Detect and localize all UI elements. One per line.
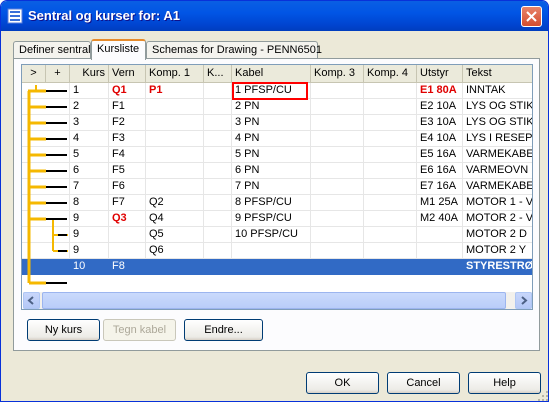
komp1-cell: Q5 [146, 227, 204, 243]
utstyr-cell: E7 16A [417, 179, 463, 195]
tab-panel: > + Kurs Vern Komp. 1 K... Kabel Komp. 3… [13, 58, 540, 351]
utstyr-cell: M2 40A [417, 211, 463, 227]
table-row[interactable]: 9 Q5 10 PFSP/CU MOTOR 2 D [22, 227, 532, 243]
kabel-cell: 6 PN [232, 163, 311, 179]
utstyr-cell: M1 25A [417, 195, 463, 211]
window-title: Sentral og kurser for: A1 [28, 8, 180, 23]
vern-cell: F5 [109, 163, 146, 179]
kabel-cell: 5 PN [232, 147, 311, 163]
kabel-cell: 3 PN [232, 115, 311, 131]
tekst-cell: VARMEOVN K [463, 163, 532, 179]
app-icon [7, 8, 23, 24]
vern-cell: F2 [109, 115, 146, 131]
table-row[interactable]: 4 F3 4 PN E4 10A LYS I RESEPS [22, 131, 532, 147]
col-header-komp2[interactable]: K... [204, 65, 232, 83]
vern-cell: F3 [109, 131, 146, 147]
tekst-cell: MOTOR 2 D [463, 227, 532, 243]
ny-kurs-button[interactable]: Ny kurs [27, 319, 100, 341]
close-button[interactable] [521, 6, 542, 27]
komp1-cell: Q4 [146, 211, 204, 227]
utstyr-cell: E6 16A [417, 163, 463, 179]
col-header-add[interactable]: + [46, 65, 70, 83]
utstyr-cell: E5 16A [417, 147, 463, 163]
tekst-cell: MOTOR 1 - VA [463, 195, 532, 211]
tab-label: Kursliste [97, 43, 140, 55]
kabel-cell: 8 PFSP/CU [232, 195, 311, 211]
tekst-cell: MOTOR 2 - VII [463, 211, 532, 227]
dialog-window: Sentral og kurser for: A1 Definer sentra… [0, 0, 549, 402]
arrow-right-icon [521, 296, 528, 305]
kurs-grid[interactable]: > + Kurs Vern Komp. 1 K... Kabel Komp. 3… [21, 64, 533, 310]
tekst-cell: LYS OG STIKK [463, 115, 532, 131]
table-row[interactable]: 9 Q6 MOTOR 2 Y [22, 243, 532, 259]
col-header-utstyr[interactable]: Utstyr [417, 65, 463, 83]
vern-cell: F8 [109, 259, 146, 275]
komp1-cell: Q6 [146, 243, 204, 259]
arrow-left-icon [27, 296, 34, 305]
tab-definer-sentral[interactable]: Definer sentral [13, 41, 91, 59]
utstyr-cell: E4 10A [417, 131, 463, 147]
col-header-tekst[interactable]: Tekst [463, 65, 532, 83]
tab-schemas[interactable]: Schemas for Drawing - PENN6501 [146, 41, 322, 59]
tekst-cell: VARMEKABEL [463, 179, 532, 195]
close-icon [526, 11, 537, 22]
scroll-right-button[interactable] [515, 292, 532, 309]
table-row[interactable]: 6 F5 6 PN E6 16A VARMEOVN K [22, 163, 532, 179]
tekst-cell: STYRESTRØ [463, 259, 532, 275]
komp1-cell: Q2 [146, 195, 204, 211]
vern-cell: F7 [109, 195, 146, 211]
tab-kursliste[interactable]: Kursliste [91, 39, 146, 60]
scroll-left-button[interactable] [23, 292, 40, 309]
tekst-cell: LYS OG STIKK [463, 99, 532, 115]
table-row[interactable]: 5 F4 5 PN E5 16A VARMEKABEL [22, 147, 532, 163]
kabel-cell: 7 PN [232, 179, 311, 195]
vern-cell: F1 [109, 99, 146, 115]
table-row[interactable]: 9 Q3 Q4 9 PFSP/CU M2 40A MOTOR 2 - VII [22, 211, 532, 227]
scroll-thumb[interactable] [42, 292, 506, 309]
tekst-cell: INNTAK [463, 83, 532, 99]
kabel-cell: 10 PFSP/CU [232, 227, 311, 243]
help-button[interactable]: Help [468, 372, 541, 394]
kabel-cell: 9 PFSP/CU [232, 211, 311, 227]
vern-cell: Q3 [109, 211, 146, 227]
table-row[interactable]: 2 F1 2 PN E2 10A LYS OG STIKK [22, 99, 532, 115]
tekst-cell: LYS I RESEPS [463, 131, 532, 147]
tekst-cell: VARMEKABEL [463, 147, 532, 163]
col-header-komp1[interactable]: Komp. 1 [146, 65, 204, 83]
table-row[interactable]: 3 F2 3 PN E3 10A LYS OG STIKK [22, 115, 532, 131]
col-header-vern[interactable]: Vern [109, 65, 146, 83]
col-header-expand[interactable]: > [22, 65, 46, 83]
table-row-selected[interactable]: 10 F8 STYRESTRØ [22, 259, 532, 275]
horizontal-scrollbar[interactable] [23, 292, 532, 309]
col-header-kurs[interactable]: Kurs [70, 65, 109, 83]
kabel-highlight-box [232, 82, 308, 100]
tegn-kabel-button[interactable]: Tegn kabel [103, 319, 176, 341]
table-row[interactable]: 7 F6 7 PN E7 16A VARMEKABEL [22, 179, 532, 195]
tab-label: Definer sentral [19, 44, 91, 56]
col-header-kabel[interactable]: Kabel [232, 65, 311, 83]
ok-button[interactable]: OK [306, 372, 379, 394]
kabel-cell: 4 PN [232, 131, 311, 147]
vern-cell: F6 [109, 179, 146, 195]
table-row[interactable]: 8 F7 Q2 8 PFSP/CU M1 25A MOTOR 1 - VA [22, 195, 532, 211]
utstyr-cell: E3 10A [417, 115, 463, 131]
kabel-cell: 2 PN [232, 99, 311, 115]
utstyr-cell: E2 10A [417, 99, 463, 115]
cancel-button[interactable]: Cancel [387, 372, 460, 394]
tekst-cell: MOTOR 2 Y [463, 243, 532, 259]
tree-connector-lines [27, 85, 68, 285]
col-header-komp4[interactable]: Komp. 4 [364, 65, 417, 83]
vern-cell: Q1 [109, 83, 146, 99]
endre-button[interactable]: Endre... [184, 319, 263, 341]
komp1-cell: P1 [146, 83, 204, 99]
col-header-komp3[interactable]: Komp. 3 [311, 65, 364, 83]
tab-label: Schemas for Drawing - PENN6501 [152, 44, 322, 56]
utstyr-cell: E1 80A [417, 83, 463, 99]
vern-cell: F4 [109, 147, 146, 163]
title-bar[interactable]: Sentral og kurser for: A1 [1, 1, 548, 31]
resize-grip-icon[interactable] [537, 390, 549, 402]
